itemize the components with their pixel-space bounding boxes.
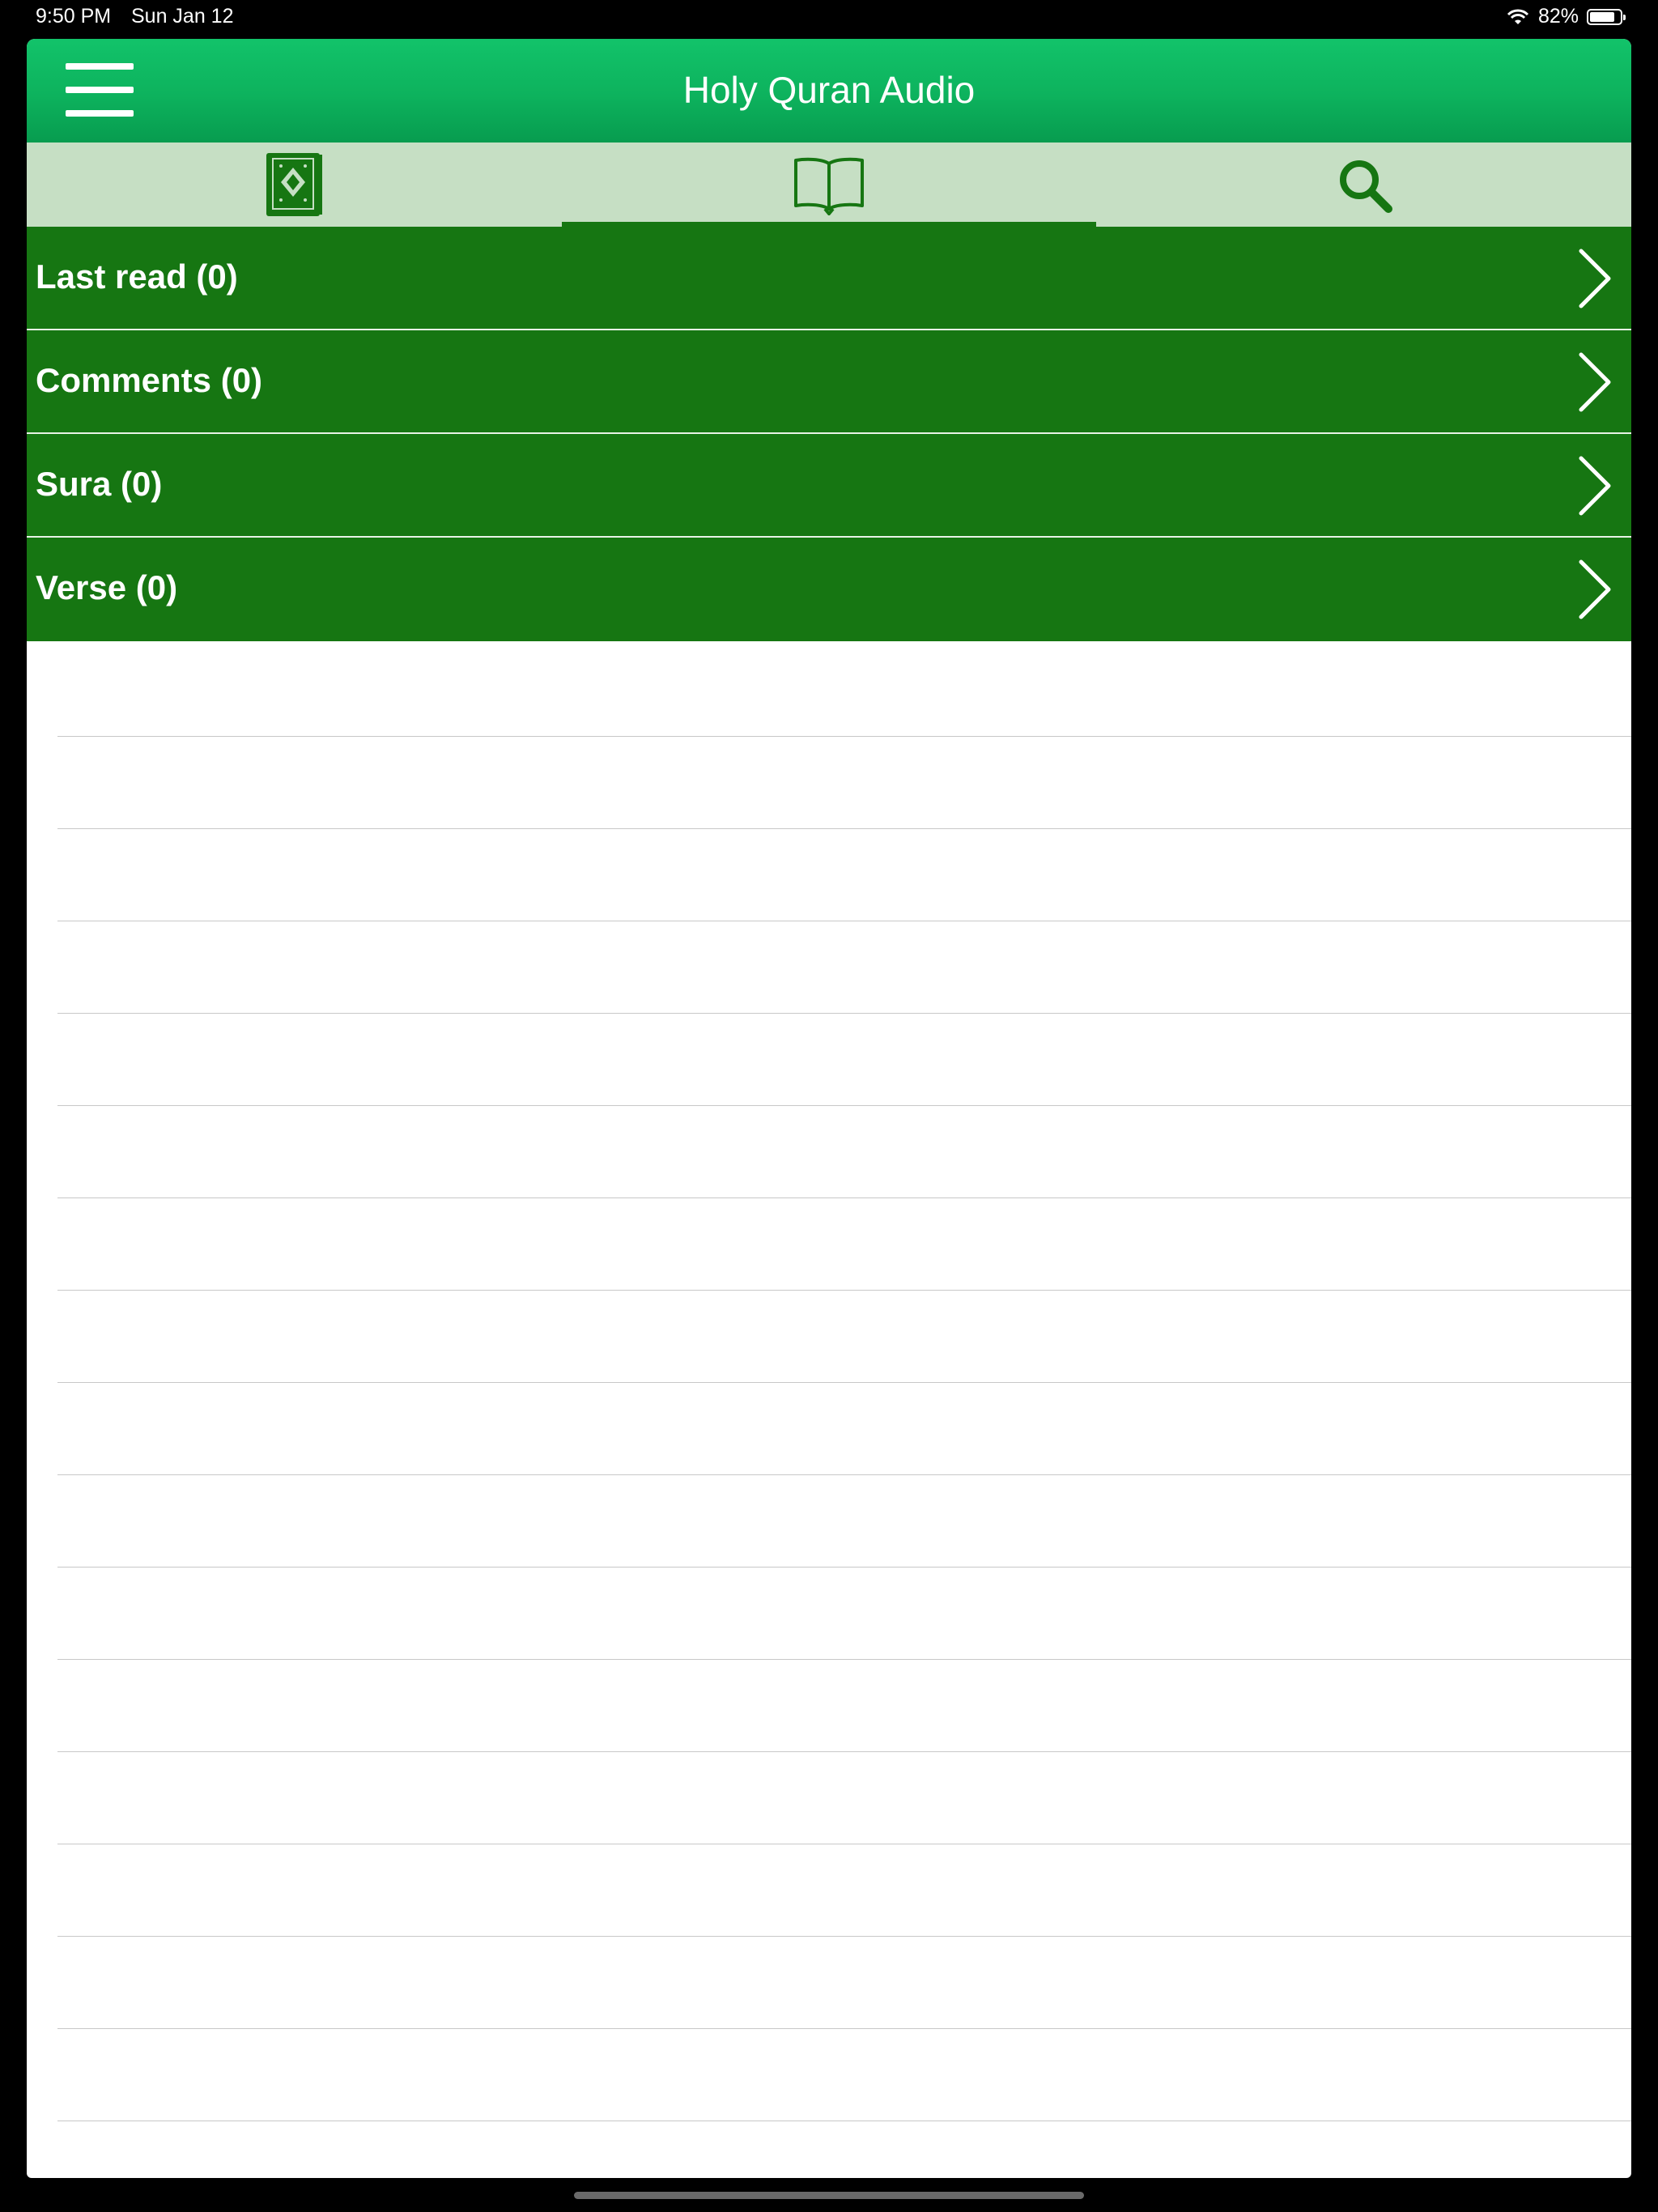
empty-table-row: [57, 1937, 1631, 2029]
list-item-label: Comments (0): [36, 361, 263, 399]
bookmark-groups: Last read (0) Comments (0) Sura (0) Vers…: [27, 227, 1631, 641]
empty-table-row: [57, 1014, 1631, 1106]
battery-fill: [1590, 11, 1614, 22]
empty-table-row: [57, 921, 1631, 1014]
search-icon: [1339, 160, 1392, 213]
empty-table-row: [57, 737, 1631, 829]
chevron-right-icon: [1579, 456, 1611, 516]
empty-table-row: [57, 1844, 1631, 1937]
list-item-sura[interactable]: Sura (0): [27, 434, 1631, 538]
chevron-right-icon: [1579, 249, 1611, 308]
empty-table-row: [57, 1106, 1631, 1198]
app-window: Holy Quran Audio Last read (0) Comments …: [27, 39, 1631, 2178]
wifi-icon: [1507, 9, 1529, 24]
empty-table-row: [57, 1198, 1631, 1291]
empty-table-row: [57, 1568, 1631, 1660]
list-item-last-read[interactable]: Last read (0): [27, 227, 1631, 330]
status-time: 9:50 PM: [36, 5, 112, 28]
status-bar: 9:50 PM Sun Jan 12 82%: [0, 0, 1658, 36]
empty-table-row: [57, 1752, 1631, 1844]
navigation-bar: Holy Quran Audio: [27, 39, 1631, 143]
empty-table-row: [57, 1291, 1631, 1383]
list-item-label: Sura (0): [36, 465, 163, 503]
list-item-label: Verse (0): [36, 568, 178, 606]
empty-table-row: [57, 2029, 1631, 2121]
list-item-label: Last read (0): [36, 257, 238, 296]
chevron-right-icon: [1579, 352, 1611, 412]
battery-percentage: 82%: [1537, 5, 1579, 28]
tab-search[interactable]: [1096, 143, 1631, 227]
battery-icon: [1587, 8, 1626, 25]
empty-table-row: [57, 1660, 1631, 1752]
status-date: Sun Jan 12: [131, 5, 234, 28]
tab-bookmarks[interactable]: [561, 143, 1097, 227]
home-indicator[interactable]: [574, 2192, 1084, 2199]
list-item-verse[interactable]: Verse (0): [27, 538, 1631, 641]
tab-quran[interactable]: [27, 143, 562, 227]
chevron-right-icon: [1579, 559, 1611, 619]
empty-table-row: [57, 644, 1631, 737]
empty-table-row: [57, 829, 1631, 921]
tab-bar: [27, 143, 1631, 227]
page-title: Holy Quran Audio: [682, 69, 976, 111]
open-book-icon: [794, 157, 864, 215]
empty-table: [27, 644, 1631, 2121]
list-item-comments[interactable]: Comments (0): [27, 330, 1631, 434]
status-indicators: 82%: [1506, 5, 1626, 28]
empty-table-row: [57, 1475, 1631, 1568]
quran-book-icon: [266, 153, 323, 216]
empty-table-row: [57, 1383, 1631, 1475]
